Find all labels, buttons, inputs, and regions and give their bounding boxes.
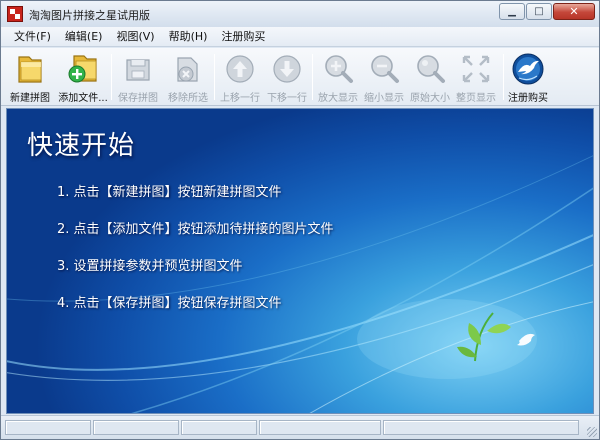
new-mosaic-button[interactable]: 新建拼图 — [9, 50, 51, 104]
app-window: 淘淘图片拼接之星试用版 ▁ □ ✕ 文件(F) 编辑(E) 视图(V) 帮助(H… — [0, 0, 600, 440]
resize-grip[interactable] — [587, 427, 597, 437]
move-up-button[interactable]: 上移一行 — [219, 50, 261, 104]
folder-add-icon — [68, 55, 97, 83]
remove-icon — [177, 57, 198, 82]
remove-selected-button[interactable]: 移除所选 — [167, 50, 209, 104]
add-file-label: 添加文件... — [58, 93, 108, 104]
status-pane — [181, 420, 257, 435]
status-pane — [383, 420, 579, 435]
move-down-button[interactable]: 下移一行 — [266, 50, 308, 104]
maximize-button[interactable]: □ — [526, 3, 552, 20]
save-icon — [126, 59, 150, 81]
arrow-down-icon — [273, 55, 301, 83]
close-button[interactable]: ✕ — [553, 3, 595, 20]
app-logo-icon — [7, 6, 23, 22]
original-size-button[interactable]: 原始大小 — [409, 50, 451, 104]
status-pane — [5, 420, 91, 435]
menu-register[interactable]: 注册购买 — [214, 28, 272, 46]
add-file-button[interactable]: 添加文件... — [58, 50, 108, 104]
zoom-out-button[interactable]: 缩小显示 — [363, 50, 405, 104]
move-down-label: 下移一行 — [267, 93, 307, 104]
minimize-icon: ▁ — [508, 6, 516, 17]
step-item: 1. 点击【新建拼图】按钮新建拼图文件 — [57, 185, 282, 200]
close-icon: ✕ — [569, 5, 579, 18]
status-bar — [1, 415, 599, 439]
fit-page-label: 整页显示 — [456, 93, 496, 104]
minimize-button[interactable]: ▁ — [499, 3, 525, 20]
fit-page-button[interactable]: 整页显示 — [455, 50, 497, 104]
zoom-out-icon — [371, 55, 399, 83]
status-pane — [259, 420, 381, 435]
window-controls: ▁ □ ✕ — [498, 3, 595, 20]
toolbar: 新建拼图 添加文件... 保存拼图 移除所选 上移一行 下移一行 放大显示 缩小… — [1, 48, 599, 106]
zoom-in-icon — [325, 55, 353, 83]
fit-page-icon — [462, 55, 490, 83]
zoom-in-button[interactable]: 放大显示 — [317, 50, 359, 104]
save-mosaic-button[interactable]: 保存拼图 — [117, 50, 159, 104]
magnifier-icon — [417, 55, 445, 83]
register-buy-button[interactable]: 注册购买 — [507, 50, 549, 104]
status-pane — [93, 420, 179, 435]
step-item: 4. 点击【保存拼图】按钮保存拼图文件 — [57, 296, 282, 311]
menu-help[interactable]: 帮助(H) — [162, 28, 215, 46]
maximize-icon: □ — [534, 6, 544, 17]
move-up-label: 上移一行 — [220, 93, 260, 104]
window-title: 淘淘图片拼接之星试用版 — [29, 9, 150, 22]
bird-globe-icon — [512, 53, 544, 85]
remove-selected-label: 移除所选 — [168, 93, 208, 104]
menu-bar: 文件(F) 编辑(E) 视图(V) 帮助(H) 注册购买 — [1, 27, 599, 47]
register-buy-label: 注册购买 — [508, 93, 548, 104]
step-item: 2. 点击【添加文件】按钮添加待拼接的图片文件 — [57, 222, 334, 237]
save-mosaic-label: 保存拼图 — [118, 93, 158, 104]
quick-start-panel: 快速开始 1. 点击【新建拼图】按钮新建拼图文件 2. 点击【添加文件】按钮添加… — [6, 108, 594, 414]
menu-view[interactable]: 视图(V) — [109, 28, 161, 46]
arrow-up-icon — [226, 55, 254, 83]
menu-file[interactable]: 文件(F) — [7, 28, 58, 46]
folder-new-icon — [18, 56, 42, 83]
menu-edit[interactable]: 编辑(E) — [58, 28, 110, 46]
step-item: 3. 设置拼接参数并预览拼图文件 — [57, 259, 243, 274]
quick-start-title: 快速开始 — [27, 131, 136, 161]
new-mosaic-label: 新建拼图 — [10, 93, 50, 104]
title-bar[interactable]: 淘淘图片拼接之星试用版 ▁ □ ✕ — [1, 1, 599, 27]
